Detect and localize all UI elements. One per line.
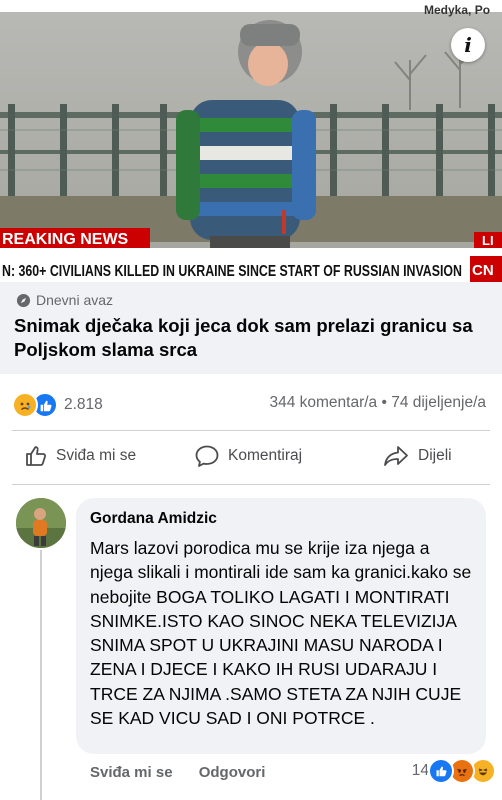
info-icon[interactable]: i <box>451 28 485 62</box>
sad-emoji-icon <box>12 392 38 418</box>
comment-author[interactable]: Gordana Amidzic <box>90 510 217 528</box>
post-video-thumbnail[interactable]: Medyka, Po REAKING NEWS LI N: 360+ CIVIL… <box>0 0 502 282</box>
ticker-tag: LI <box>482 233 494 248</box>
share-button[interactable]: Dijeli <box>382 444 452 468</box>
compass-icon <box>16 293 31 307</box>
divider <box>12 484 490 485</box>
link-preview[interactable]: Dnevni avaz Snimak dječaka koji jeca dok… <box>0 282 502 374</box>
link-headline[interactable]: Snimak dječaka koji jeca dok sam prelazi… <box>14 314 484 362</box>
like-thumb-icon <box>428 758 454 784</box>
comment-button[interactable]: Komentiraj <box>194 444 302 468</box>
comment: Gordana Amidzic Mars lazovi porodica mu … <box>0 488 502 800</box>
comment-like-button[interactable]: Sviđa mi se <box>90 764 173 781</box>
comment-text: Mars lazovi porodica mu se krije iza nje… <box>90 538 472 729</box>
comment-reaction-count: 14 <box>411 762 429 779</box>
link-source: Dnevni avaz <box>16 292 113 308</box>
comment-reply-button[interactable]: Odgovori <box>199 764 266 781</box>
breaking-news-label: REAKING NEWS <box>2 231 129 248</box>
network-logo: CN <box>472 262 494 279</box>
thread-line <box>40 550 42 800</box>
avatar[interactable] <box>16 498 66 548</box>
comment-button-label: Komentiraj <box>228 447 303 464</box>
info-glyph: i <box>464 33 472 57</box>
divider <box>12 430 490 431</box>
post-stats: 2.818 344 komentar/a • 74 dijeljenje/a <box>0 388 502 418</box>
comment-actions: Sviđa mi se Odgovori <box>90 764 287 781</box>
share-arrow-icon <box>384 446 408 466</box>
comment-bubble: Gordana Amidzic Mars lazovi porodica mu … <box>76 498 486 754</box>
reaction-count: 2.818 <box>64 396 103 413</box>
like-button[interactable]: Sviđa mi se <box>24 444 136 468</box>
news-ticker-text: N: 360+ CIVILIANS KILLED IN UKRAINE SINC… <box>2 263 462 280</box>
thumbnail-image: Medyka, Po REAKING NEWS LI N: 360+ CIVIL… <box>0 0 502 282</box>
like-button-label: Sviđa mi se <box>56 447 137 464</box>
comments-shares-count[interactable]: 344 komentar/a • 74 dijeljenje/a <box>269 394 486 412</box>
post-actions: Sviđa mi se Komentiraj Dijeli <box>0 436 502 482</box>
reaction-summary[interactable]: 2.818 <box>12 392 103 418</box>
avatar-image <box>16 498 66 548</box>
link-source-name: Dnevni avaz <box>36 292 114 308</box>
thumbnail-location-text: Medyka, Po <box>424 3 490 17</box>
comment-bubble-icon <box>195 445 219 467</box>
comment-reactions[interactable]: 14 <box>412 758 496 784</box>
thumbs-up-icon <box>26 446 46 466</box>
share-button-label: Dijeli <box>418 447 452 464</box>
